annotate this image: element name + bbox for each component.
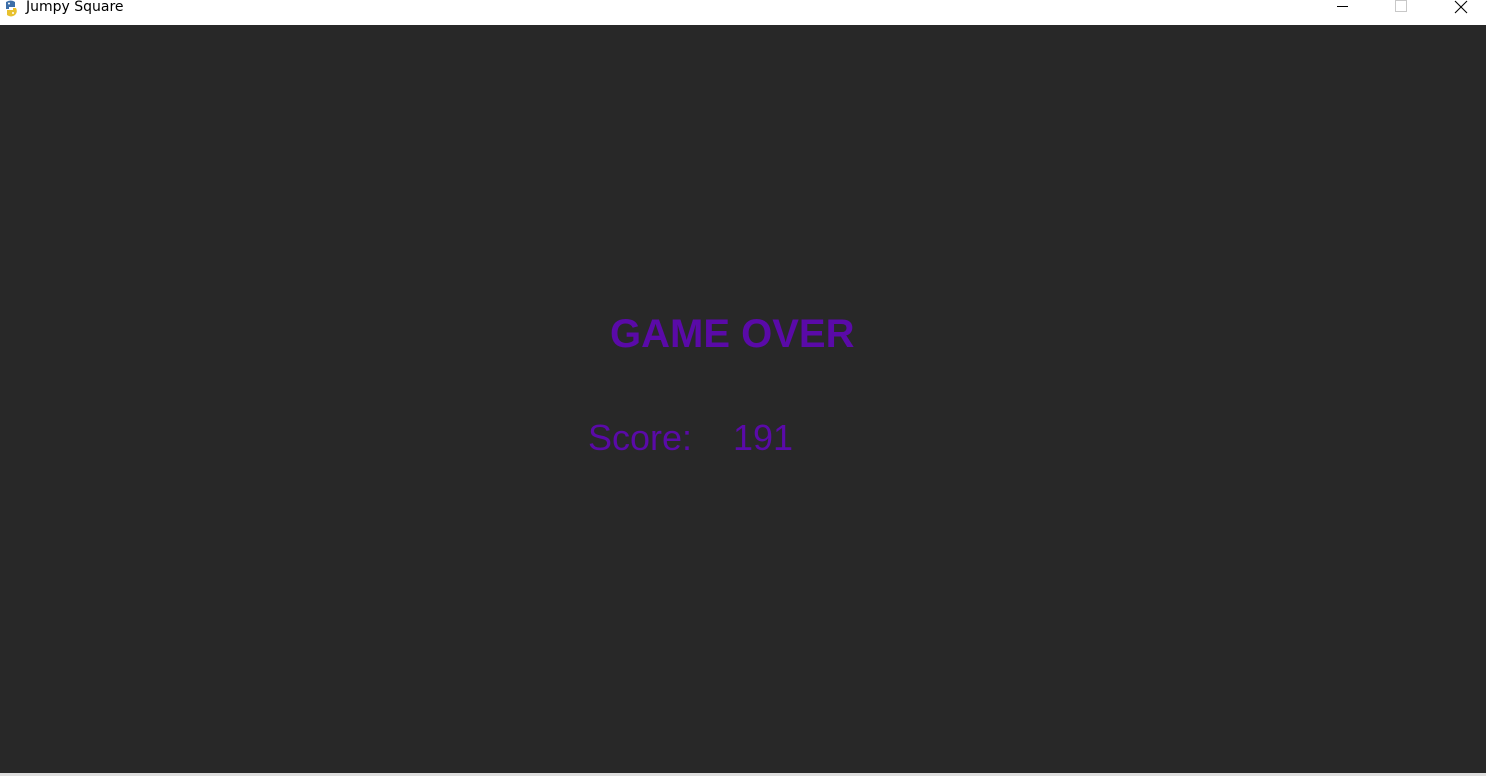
game-over-title: GAME OVER	[610, 312, 855, 356]
score-label: Score:	[588, 417, 693, 458]
score-value: 191	[733, 417, 794, 458]
game-canvas[interactable]	[0, 25, 1486, 773]
maximize-icon	[1395, 0, 1407, 12]
close-button[interactable]	[1438, 0, 1484, 24]
minimize-icon	[1337, 6, 1348, 7]
app-window: Jumpy Square GAME OVER Score: 191	[0, 0, 1486, 776]
title-bar[interactable]: Jumpy Square	[0, 0, 1486, 24]
app-icon	[2, 0, 20, 17]
minimize-button[interactable]	[1320, 0, 1366, 24]
close-icon	[1454, 0, 1468, 14]
window-title: Jumpy Square	[26, 0, 124, 15]
maximize-button[interactable]	[1379, 0, 1425, 24]
